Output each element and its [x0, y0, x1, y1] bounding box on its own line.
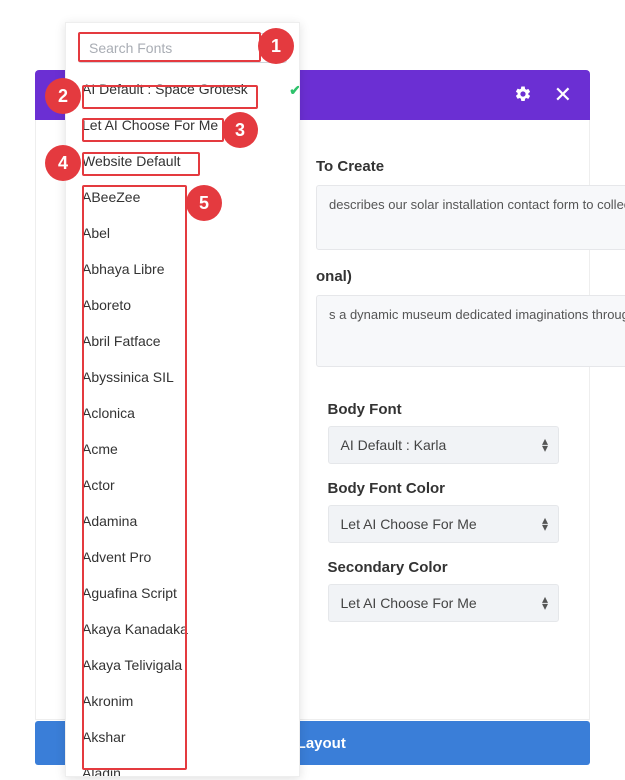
font-option[interactable]: Advent Pro [66, 539, 299, 575]
body-font-value: AI Default : Karla [341, 437, 447, 453]
font-list: AI Default : Space Grotesk ✔ Let AI Choo… [66, 69, 299, 776]
secondary-color-value: Let AI Choose For Me [341, 595, 477, 611]
body-font-color-value: Let AI Choose For Me [341, 516, 477, 532]
body-font-color-select[interactable]: Let AI Choose For Me ▴▾ [328, 505, 560, 543]
additional-label: onal) [316, 268, 559, 285]
additional-textarea-text: s a dynamic museum dedicated imagination… [329, 307, 625, 322]
right-column: Body Font AI Default : Karla ▴▾ Body Fon… [328, 385, 560, 622]
describe-textarea[interactable]: describes our solar installation contact… [316, 185, 625, 250]
body-font-label: Body Font [328, 401, 560, 418]
caret-icon: ▴▾ [542, 438, 548, 452]
font-option[interactable]: Adamina [66, 503, 299, 539]
additional-textarea[interactable]: s a dynamic museum dedicated imagination… [316, 295, 625, 367]
font-option[interactable]: Abel [66, 215, 299, 251]
font-dropdown: Search Fonts AI Default : Space Grotesk … [65, 22, 300, 777]
font-option[interactable]: Aladin [66, 755, 299, 776]
font-option[interactable]: Abhaya Libre [66, 251, 299, 287]
font-option-label: AI Default : Space Grotesk [82, 81, 248, 97]
body-font-select[interactable]: AI Default : Karla ▴▾ [328, 426, 560, 464]
font-option-ai-default[interactable]: AI Default : Space Grotesk ✔ [66, 71, 299, 107]
font-option[interactable]: ABeeZee [66, 179, 299, 215]
body-font-color-label: Body Font Color [328, 480, 560, 497]
font-option[interactable]: Akshar [66, 719, 299, 755]
secondary-color-select[interactable]: Let AI Choose For Me ▴▾ [328, 584, 560, 622]
font-option[interactable]: Akronim [66, 683, 299, 719]
font-option[interactable]: Acme [66, 431, 299, 467]
font-option-website-default[interactable]: Website Default [66, 143, 299, 179]
font-option[interactable]: Aclonica [66, 395, 299, 431]
secondary-color-label: Secondary Color [328, 559, 560, 576]
font-option-ai-choose[interactable]: Let AI Choose For Me [66, 107, 299, 143]
font-option[interactable]: Aguafina Script [66, 575, 299, 611]
close-icon[interactable]: ✕ [554, 84, 572, 106]
font-option[interactable]: Akaya Telivigala [66, 647, 299, 683]
describe-textarea-text: describes our solar installation contact… [329, 197, 625, 212]
caret-icon: ▴▾ [542, 517, 548, 531]
font-option[interactable]: Actor [66, 467, 299, 503]
gear-icon[interactable] [514, 85, 532, 106]
font-option[interactable]: Abril Fatface [66, 323, 299, 359]
caret-icon: ▴▾ [542, 596, 548, 610]
describe-label: To Create [316, 158, 559, 175]
font-option[interactable]: Akaya Kanadaka [66, 611, 299, 647]
font-option[interactable]: Abyssinica SIL [66, 359, 299, 395]
search-fonts-input[interactable]: Search Fonts [78, 33, 287, 63]
font-option[interactable]: Aboreto [66, 287, 299, 323]
check-icon: ✔ [289, 82, 299, 99]
